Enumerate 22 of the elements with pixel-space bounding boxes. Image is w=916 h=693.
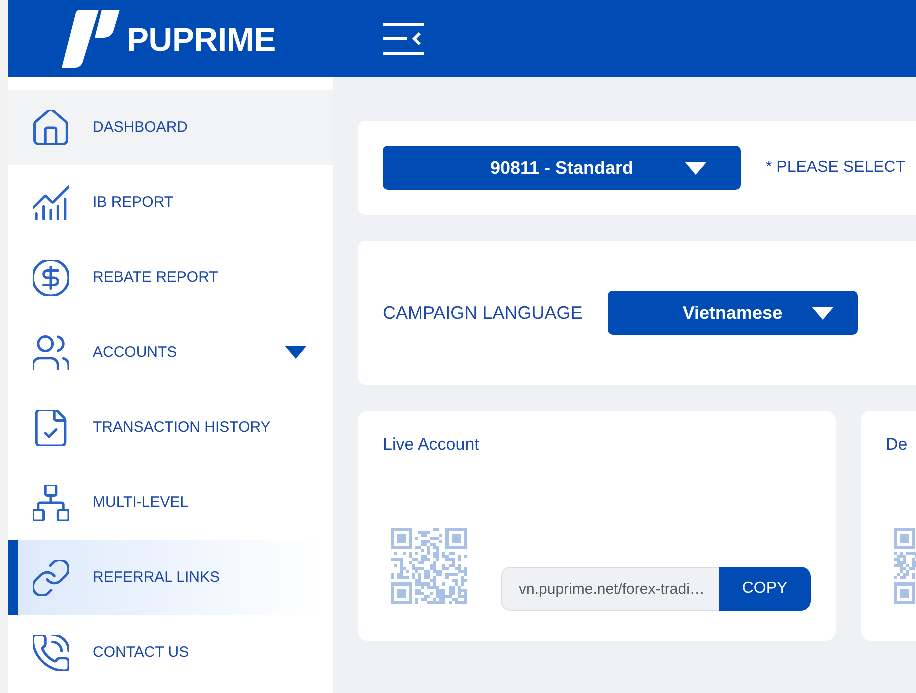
people-icon [33,334,69,370]
card-title: Live Account [383,435,480,455]
copy-button[interactable]: COPY [719,567,811,611]
house-icon [33,110,69,146]
sidebar-item[interactable]: DASHBOARD [8,90,333,165]
account-select[interactable]: 90811 - Standard [383,146,741,190]
link-icon [33,560,69,596]
campaign-language-label: CAMPAIGN LANGUAGE [383,302,583,324]
caret-icon [812,306,834,320]
logo-icon [62,10,120,68]
card-title: De [886,435,908,455]
select-prompt: * PLEASE SELECT [766,159,906,177]
brand-name: PUPRIME [127,22,276,56]
bar-chart-icon [33,184,69,220]
qr-code-icon [391,528,467,604]
referral-link-field[interactable]: vn.puprime.net/forex-tradi… [501,567,719,611]
caret-icon [685,162,707,174]
phone-icon [33,634,69,670]
language-select[interactable]: Vietnamese [608,291,858,335]
menu-icon[interactable] [383,22,424,54]
hierarchy-icon [33,484,69,520]
document-check-icon [33,410,69,446]
